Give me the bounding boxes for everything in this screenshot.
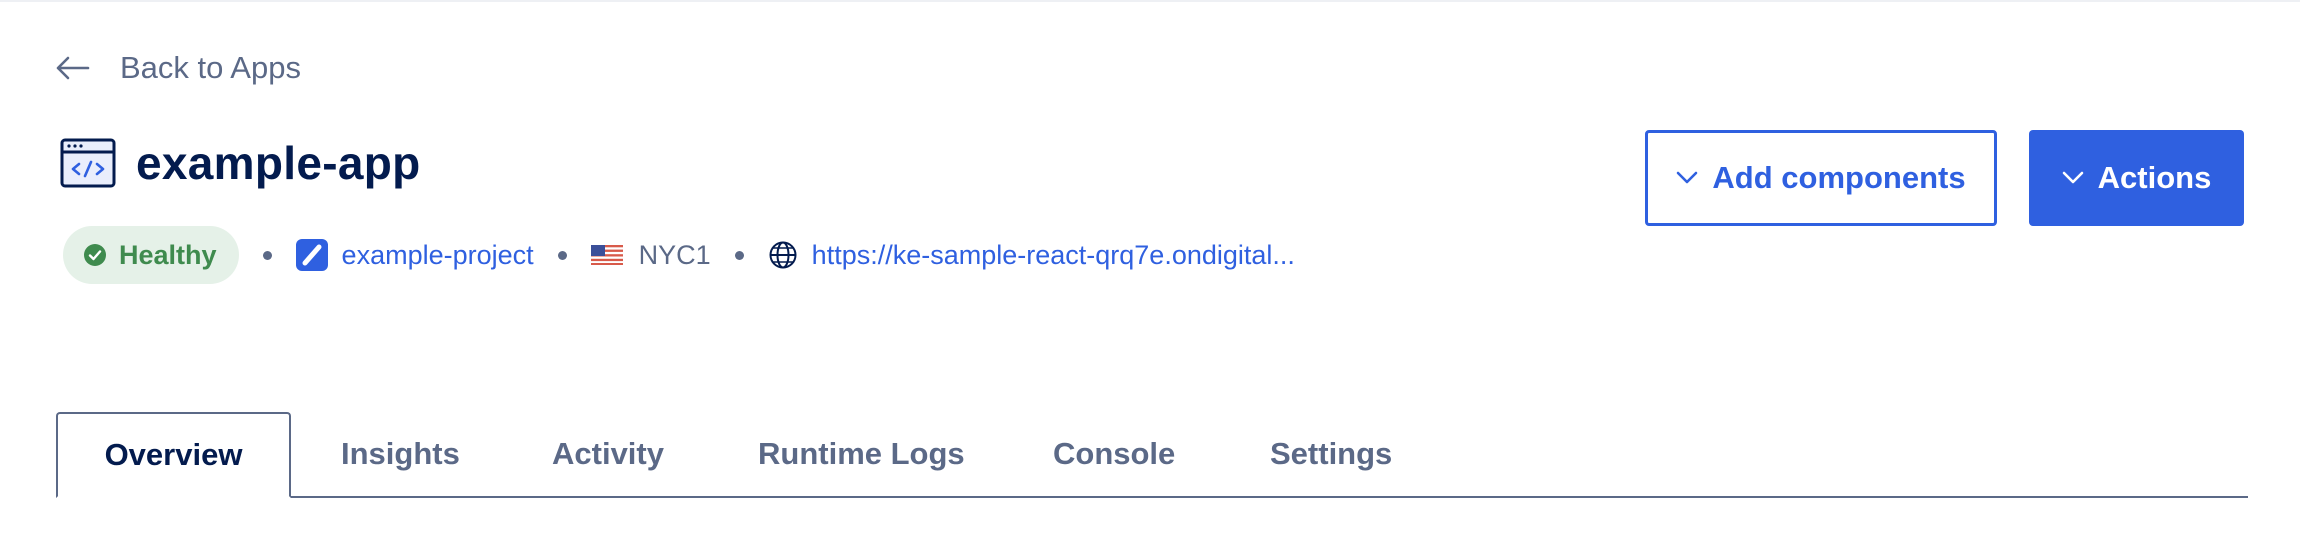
tab-label: Console xyxy=(1053,436,1176,471)
tab-label: Runtime Logs xyxy=(758,436,965,471)
tab-activity[interactable]: Activity xyxy=(552,412,664,496)
top-divider xyxy=(0,0,2300,2)
tab-label: Insights xyxy=(341,436,460,471)
chevron-down-icon xyxy=(2062,171,2083,184)
app-detail-page: Back to Apps example-app Healthy example… xyxy=(0,0,2300,550)
status-label: Healthy xyxy=(119,239,217,270)
region: NYC1 xyxy=(590,239,711,271)
tab-console[interactable]: Console xyxy=(1053,412,1175,496)
actions-label: Actions xyxy=(2097,160,2212,195)
tab-label: Activity xyxy=(552,436,664,471)
app-url-link[interactable]: https://ke-sample-react-qrq7e.ondigital.… xyxy=(768,240,1295,271)
check-circle-icon xyxy=(84,244,106,266)
tab-runtime-logs[interactable]: Runtime Logs xyxy=(758,412,965,496)
globe-icon xyxy=(769,241,797,269)
back-to-apps-link[interactable]: Back to Apps xyxy=(54,48,301,88)
tab-settings[interactable]: Settings xyxy=(1270,412,1392,496)
page-title: example-app xyxy=(136,137,421,189)
chevron-down-icon xyxy=(1677,171,1698,184)
us-flag-icon xyxy=(590,245,623,265)
project-name: example-project xyxy=(341,239,534,270)
arrow-left-icon xyxy=(56,56,90,80)
back-link-label: Back to Apps xyxy=(120,50,301,85)
add-components-label: Add components xyxy=(1712,160,1966,195)
app-header: example-app xyxy=(60,136,421,190)
separator-dot xyxy=(734,250,744,260)
region-label: NYC1 xyxy=(638,239,711,270)
separator-dot xyxy=(557,250,567,260)
tab-insights[interactable]: Insights xyxy=(341,412,460,496)
actions-button[interactable]: Actions xyxy=(2029,130,2244,226)
status-badge: Healthy xyxy=(63,226,239,284)
tab-label: Overview xyxy=(104,437,243,472)
app-url: https://ke-sample-react-qrq7e.ondigital.… xyxy=(811,239,1295,270)
add-components-button[interactable]: Add components xyxy=(1645,130,1997,226)
code-window-icon xyxy=(60,138,116,188)
tab-label: Settings xyxy=(1270,436,1393,471)
project-icon xyxy=(295,239,328,271)
separator-dot xyxy=(262,250,272,260)
project-link[interactable]: example-project xyxy=(295,239,534,271)
tab-bar: Overview Insights Activity Runtime Logs … xyxy=(56,412,2248,498)
app-meta-row: Healthy example-project NYC1 https://ke-… xyxy=(63,226,1295,284)
tab-overview[interactable]: Overview xyxy=(56,412,291,498)
